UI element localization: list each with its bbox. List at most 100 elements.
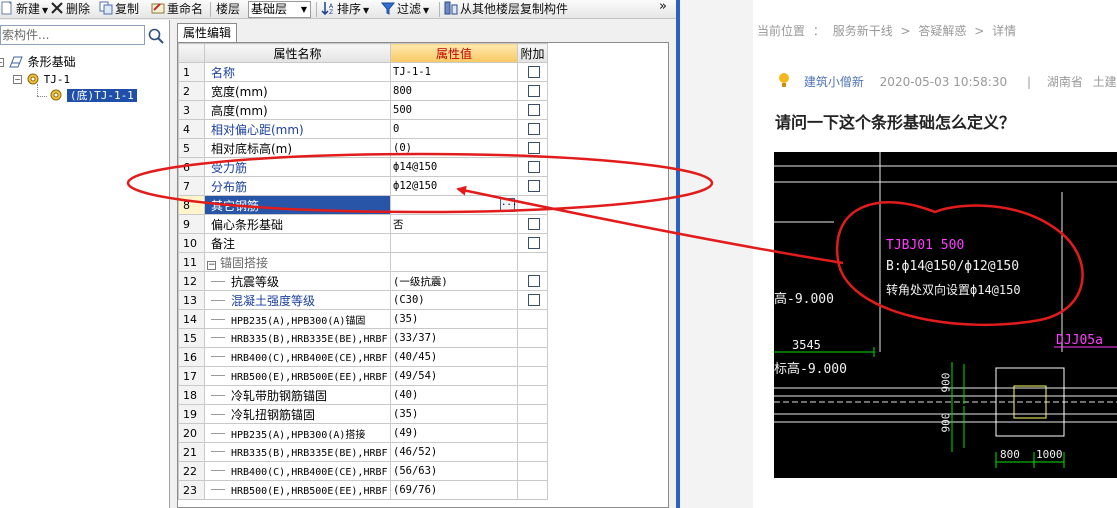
property-value[interactable]: (C30) [390,290,518,310]
table-row[interactable]: 10 备注 [178,233,548,253]
collapse-icon[interactable]: − [0,58,4,67]
extra-checkbox[interactable] [528,65,540,78]
property-value[interactable]: (56/63) [390,461,518,481]
extra-checkbox[interactable] [528,84,540,97]
extra-checkbox[interactable] [528,103,540,116]
property-value[interactable]: (49/54) [390,366,518,386]
property-value[interactable]: 800 [390,81,518,101]
property-name: HRB400(C),HRB400E(CE),HRBF [204,461,391,481]
header-extra[interactable]: 附加 [517,43,548,63]
table-row[interactable]: 1 名称 TJ-1-1 [178,62,548,82]
property-value[interactable]: (40) [390,385,518,405]
sort-button[interactable]: A Z 排序 ▼ [321,1,369,18]
floor-select[interactable]: 基础层 ▼ [248,1,311,18]
property-value[interactable]: ф12@150 [390,176,518,196]
table-row-selected[interactable]: 8 其它钢筋... [178,195,548,215]
tree-node-tj1-1[interactable]: (底)TJ-1-1 [49,87,137,103]
property-value[interactable]: (40/45) [390,347,518,367]
property-value[interactable]: 0 [390,119,518,139]
author-link[interactable]: 建筑小僧新 [804,75,864,89]
table-row[interactable]: 22 HRB400(C),HRB400E(CE),HRBF (56/63) [178,461,548,481]
property-value[interactable]: (35) [390,404,518,424]
extra-checkbox[interactable] [528,122,540,135]
tree-node-strip-foundation[interactable]: − 条形基础 [0,54,76,70]
delete-button[interactable]: 删除 [50,1,90,18]
property-value[interactable]: 500 [390,100,518,120]
table-row[interactable]: 9 偏心条形基础否 [178,214,548,234]
svg-text:Z: Z [329,9,333,15]
extra-checkbox[interactable] [528,236,540,249]
property-value[interactable]: (0) [390,138,518,158]
header-property-name[interactable]: 属性名称 [204,43,391,63]
property-value[interactable]: (69/76) [390,480,518,500]
table-row[interactable]: 17 HRB500(E),HRB500E(EE),HRBF (49/54) [178,366,548,386]
property-value[interactable]: (33/37) [390,328,518,348]
tree-node-tj1[interactable]: − TJ-1 [13,71,70,87]
cad-dim-1000: 1000 [1036,448,1063,461]
property-value-editor[interactable]: ... [390,195,518,215]
header-property-value[interactable]: 属性值 [390,43,518,63]
property-value[interactable]: (一级抗震) [390,271,518,291]
component-search-input[interactable]: 索构件... [0,25,145,45]
extra-cell [517,309,548,329]
table-row[interactable]: 6 受力筋 ф14@150 [178,157,548,177]
table-row[interactable]: 16 HRB400(C),HRB400E(CE),HRBF (40/45) [178,347,548,367]
row-number: 22 [178,461,205,481]
property-group-name[interactable]: − 锚固搭接 [204,252,391,272]
copy-button[interactable]: 复制 [99,1,139,18]
ellipsis-button[interactable]: ... [500,198,517,212]
search-icon[interactable] [147,27,165,45]
extra-checkbox[interactable] [528,141,540,154]
extra-cell [517,62,548,82]
breadcrumb: 当前位置 ： 服务新干线 > 答疑解惑 > 详情 [757,22,1020,39]
new-button[interactable]: 新建 ▼ [0,1,48,18]
table-row[interactable]: 15 HRB335(B),HRB335E(BE),HRBF (33/37) [178,328,548,348]
table-row[interactable]: 20 HPB235(A),HPB300(A)搭接 (49) [178,423,548,443]
extra-checkbox[interactable] [528,217,540,230]
cad-label-elevation-1: 高-9.000 [774,292,834,307]
property-grid: 属性名称 属性值 附加 1 名称 TJ-1-1 2 宽度(mm) 800 3 高度(mm)… [177,42,669,508]
table-row[interactable]: 2 宽度(mm) 800 [178,81,548,101]
copy-from-floor-button[interactable]: 从其他楼层复制构件 [444,1,568,18]
extra-checkbox[interactable] [528,293,540,306]
breadcrumb-link-qa[interactable]: 答疑解惑 [918,24,966,38]
property-name: 名称 [204,62,391,82]
property-value[interactable]: (49) [390,423,518,443]
property-name: HRB500(E),HRB500E(EE),HRBF [204,366,391,386]
extra-checkbox[interactable] [528,160,540,173]
property-value[interactable]: ф14@150 [390,157,518,177]
extra-cell [517,252,548,272]
table-row[interactable]: 23 HRB500(E),HRB500E(EE),HRBF (69/76) [178,480,548,500]
table-row[interactable]: 19 冷轧扭钢筋锚固 (35) [178,404,548,424]
cad-dim-900-upper: 900 [939,372,953,393]
table-row[interactable]: 14 HPB235(A),HPB300(A)锚固 (35) [178,309,548,329]
table-row[interactable]: 7 分布筋 ф12@150 [178,176,548,196]
collapse-icon[interactable]: − [13,75,22,84]
breadcrumb-label: 当前位置 [757,24,806,38]
collapse-icon[interactable]: − [207,260,216,270]
breadcrumb-link-service[interactable]: 服务新干线 [833,24,893,38]
table-row[interactable]: 18 冷轧带肋钢筋锚固 (40) [178,385,548,405]
extra-checkbox[interactable] [528,179,540,192]
tab-property-edit[interactable]: 属性编辑 [177,23,237,42]
property-value[interactable]: (46/52) [390,442,518,462]
property-value[interactable] [390,233,518,253]
tree-label: TJ-1 [43,73,71,86]
row-number: 1 [178,62,205,82]
property-value[interactable]: TJ-1-1 [390,62,518,82]
table-row[interactable]: 13 混凝土强度等级 (C30) [178,290,548,310]
toolbar-overflow-button[interactable]: » [659,0,667,15]
filter-button[interactable]: 过滤 ▼ [381,1,429,18]
table-row-group[interactable]: 11− 锚固搭接 [178,252,548,272]
rename-button[interactable]: 重命名 [151,1,203,18]
delete-icon [51,2,63,14]
table-row[interactable]: 21 HRB335(B),HRB335E(BE),HRBF (46/52) [178,442,548,462]
cad-label-djj: DJJ05a [1056,333,1103,348]
property-value[interactable]: 否 [390,214,518,234]
extra-checkbox[interactable] [528,274,540,287]
table-row[interactable]: 3 高度(mm) 500 [178,100,548,120]
property-value[interactable]: (35) [390,309,518,329]
table-row[interactable]: 12 抗震等级 (一级抗震) [178,271,548,291]
table-row[interactable]: 4 相对偏心距(mm) 0 [178,119,548,139]
table-row[interactable]: 5 相对底标高(m) (0) [178,138,548,158]
